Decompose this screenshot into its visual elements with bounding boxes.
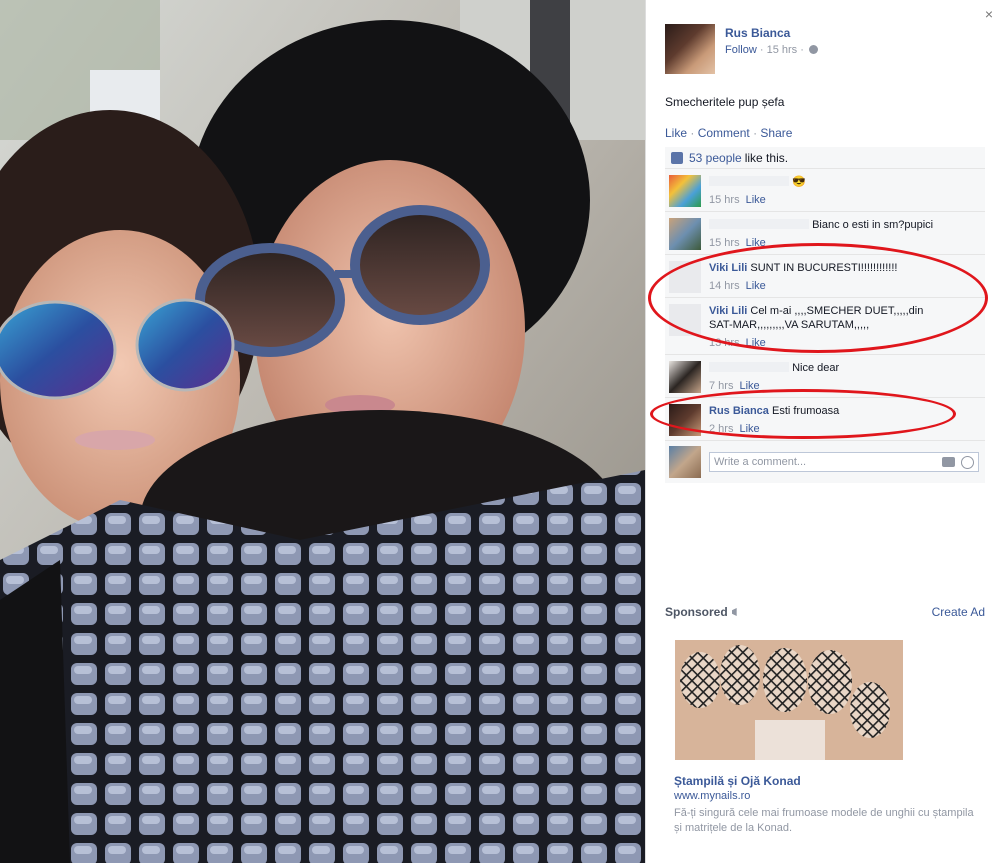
comment-input[interactable]: Write a comment...: [709, 452, 979, 472]
emoji-icon[interactable]: [961, 455, 974, 469]
comment-item: 😎 15 hrs Like: [665, 169, 985, 212]
redacted-name: [709, 362, 789, 372]
comment-item: Viki Lili Cel m-ai ,,,,SMECHER DUET,,,,,…: [665, 298, 985, 355]
comment-time[interactable]: 13 hrs: [709, 337, 740, 349]
ad-title[interactable]: Ștampilă și Ojă Konad: [674, 774, 801, 788]
commenter-avatar[interactable]: [669, 261, 701, 293]
comment-like-link[interactable]: Like: [746, 280, 766, 292]
post-time[interactable]: 15 hrs: [767, 44, 798, 56]
commenter-avatar[interactable]: [669, 404, 701, 436]
comment-item: Viki Lili SUNT IN BUCURESTI!!!!!!!!!!!! …: [665, 255, 985, 298]
comment-like-link[interactable]: Like: [746, 337, 766, 349]
comment-like-link[interactable]: Like: [746, 194, 766, 206]
comment-like-link[interactable]: Like: [746, 237, 766, 249]
redacted-name: [709, 176, 789, 186]
comment-text: Bianc o esti in sm?pupici: [812, 219, 934, 231]
comment-composer: Write a comment...: [665, 441, 985, 483]
comment-text: 😎: [792, 176, 806, 188]
comment-time[interactable]: 15 hrs: [709, 237, 740, 249]
follow-link[interactable]: Follow: [725, 44, 757, 56]
comment-text: Nice dear: [792, 362, 840, 374]
close-icon[interactable]: ×: [985, 6, 993, 22]
comment-text: SUNT IN BUCURESTI!!!!!!!!!!!!: [750, 262, 898, 274]
sponsored-header: Sponsored Create Ad: [665, 605, 985, 619]
commenter-avatar[interactable]: [669, 218, 701, 250]
comment-item: Rus Bianca Esti frumoasa 2 hrs Like: [665, 398, 985, 441]
commenter-avatar[interactable]: [669, 175, 701, 207]
like-link[interactable]: Like: [665, 126, 687, 140]
share-link[interactable]: Share: [760, 126, 792, 140]
thumbs-up-icon: [671, 151, 683, 164]
likes-text: like this.: [744, 150, 789, 165]
post-author: Rus Bianca Follow · 15 hrs ·: [665, 24, 818, 74]
commenter-name[interactable]: Viki Lili: [709, 305, 747, 317]
commenter-avatar[interactable]: [669, 361, 701, 393]
author-name[interactable]: Rus Bianca: [725, 26, 818, 40]
comment-placeholder: Write a comment...: [714, 456, 807, 468]
comment-time[interactable]: 14 hrs: [709, 280, 740, 292]
comment-item: Bianc o esti in sm?pupici 15 hrs Like: [665, 212, 985, 255]
globe-icon[interactable]: [808, 45, 818, 54]
comment-like-link[interactable]: Like: [739, 380, 759, 392]
redacted-name: [709, 219, 809, 229]
ad-description: Fă-ți singură cele mai frumoase modele d…: [674, 807, 974, 834]
post-photo[interactable]: [0, 0, 645, 863]
action-separator: ·: [690, 126, 695, 140]
comment-time[interactable]: 2 hrs: [709, 423, 733, 435]
meta-separator: ·: [800, 44, 807, 56]
comment-time[interactable]: 7 hrs: [709, 380, 733, 392]
comment-item: Nice dear 7 hrs Like: [665, 355, 985, 398]
create-ad-link[interactable]: Create Ad: [932, 605, 985, 619]
post-caption: Smecheritele pup șefa: [665, 95, 785, 109]
likes-summary: 53 people like this.: [665, 147, 985, 169]
comment-time[interactable]: 15 hrs: [709, 194, 740, 206]
comments-box: 53 people like this. 😎 15 hrs Like Bianc …: [665, 147, 985, 483]
commenter-name[interactable]: Viki Lili: [709, 262, 747, 274]
sponsored-label: Sponsored: [665, 605, 728, 619]
post-meta: Follow · 15 hrs ·: [725, 44, 818, 56]
comment-like-link[interactable]: Like: [739, 423, 759, 435]
action-separator: ·: [753, 126, 758, 140]
likes-count-link[interactable]: 53 people: [689, 151, 742, 165]
viewer-avatar: [669, 446, 701, 478]
post-actions: Like · Comment · Share: [665, 126, 792, 140]
meta-separator: ·: [759, 44, 767, 56]
commenter-name[interactable]: Rus Bianca: [709, 405, 769, 417]
comment-text: Esti frumoasa: [771, 405, 840, 417]
ad-url[interactable]: www.mynails.ro: [674, 790, 750, 802]
post-side-panel: × Rus Bianca Follow · 15 hrs · Smecherit…: [645, 0, 1001, 863]
commenter-avatar[interactable]: [669, 304, 701, 336]
author-avatar[interactable]: [665, 24, 715, 74]
megaphone-icon: [731, 608, 737, 616]
ad-image[interactable]: [675, 640, 903, 760]
comment-link[interactable]: Comment: [698, 126, 750, 140]
camera-icon[interactable]: [942, 457, 955, 467]
